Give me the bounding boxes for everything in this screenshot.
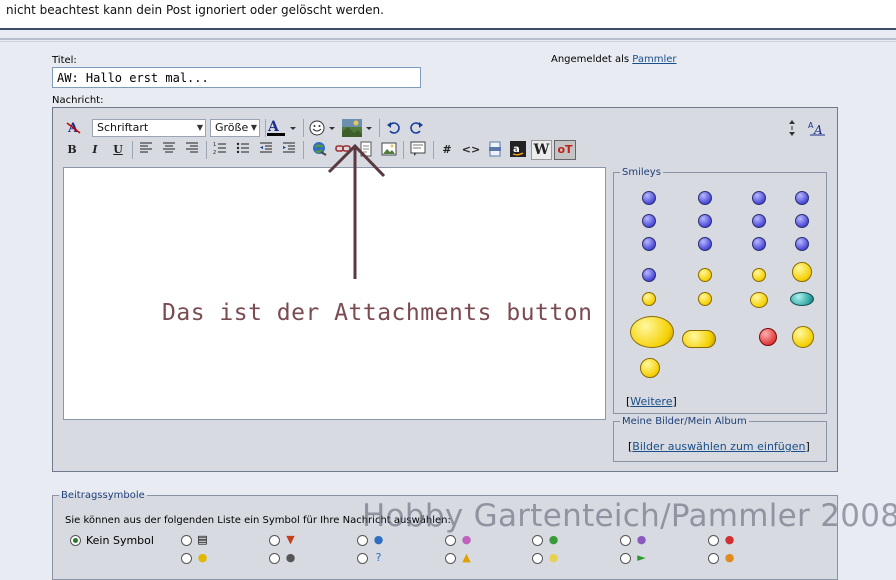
arrow-right-icon: ► [637,551,646,564]
post-icon-radio[interactable] [357,535,368,546]
smiley-icon: ● [197,551,208,564]
post-icon-radio[interactable] [708,553,719,564]
angry-icon: ● [724,533,735,546]
smiley-icon: ● [373,533,384,546]
post-icon-radio[interactable] [357,553,368,564]
annotation-arrow-icon [327,143,386,279]
cool-smiley-icon: ● [285,551,296,564]
smiley-icon: ● [636,533,647,546]
question-icon: ? [375,551,382,564]
post-icon-radio[interactable] [532,553,543,564]
lightbulb-icon: ● [548,551,559,564]
post-icon-radio[interactable] [620,535,631,546]
post-icon-radio[interactable] [269,553,280,564]
warning-icon: ▲ [462,551,471,564]
post-icon-radio[interactable] [181,535,192,546]
document-icon: ▤ [197,533,208,546]
smiley-icon: ● [461,533,472,546]
post-icon-radio[interactable] [445,553,456,564]
post-icon-radio[interactable] [708,535,719,546]
post-icon-radio[interactable] [532,535,543,546]
post-icons-legend: Beitragssymbole [61,490,145,501]
post-icon-radio[interactable] [269,535,280,546]
smiley-icon: ● [548,533,559,546]
thumbs-down-icon: ▼ [286,533,295,546]
post-icon-radio[interactable] [445,535,456,546]
post-icon-radio[interactable] [181,553,192,564]
watermark: Hobby Gartenteich/Pammler 2008 [362,498,896,534]
post-icon-radio[interactable] [620,553,631,564]
no-symbol-radio[interactable] [70,535,81,546]
no-symbol-label: Kein Symbol [86,534,154,547]
thumbs-up-icon: ● [724,551,735,564]
